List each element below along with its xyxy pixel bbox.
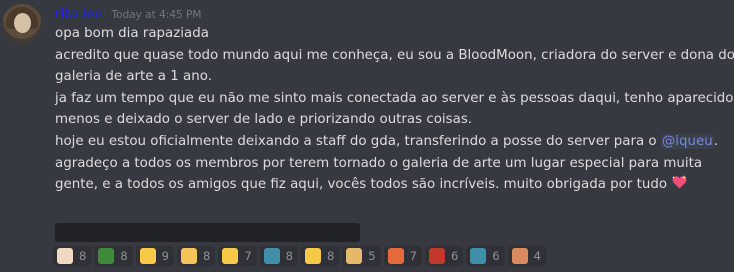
reactions-bar: 8 8 9 8 7 8 8 5 7 6 6 4	[53, 246, 549, 266]
reaction-button[interactable]: 6	[424, 246, 464, 266]
user-mention[interactable]: @iqueu	[660, 133, 714, 149]
message-text: hoje eu estou oficialmente deixando a st…	[55, 133, 661, 149]
fist-icon	[180, 248, 197, 264]
reaction-count: 5	[368, 249, 376, 263]
reaction-button[interactable]: 8	[94, 246, 133, 266]
redacted-embed	[55, 223, 360, 242]
reaction-button[interactable]: 8	[53, 246, 92, 266]
wave-icon	[470, 248, 487, 264]
author-name[interactable]: rita lee	[55, 6, 103, 22]
reaction-button[interactable]: 6	[466, 246, 505, 266]
message-line: hoje eu estou oficialmente deixando a st…	[55, 131, 725, 153]
crewmate-icon	[428, 248, 445, 264]
reaction-button[interactable]: 5	[342, 246, 381, 266]
message-line: galeria de arte a 1 ano.	[55, 69, 212, 85]
reaction-count: 8	[202, 249, 211, 263]
message-text: gente, e a todos os amigos que fiz aqui,…	[55, 177, 668, 193]
reaction-count: 6	[492, 249, 500, 263]
reaction-count: 8	[120, 249, 128, 263]
reaction-button[interactable]: 8	[300, 246, 340, 266]
people-icon	[511, 248, 528, 264]
hand-icon	[57, 248, 73, 264]
reaction-count: 8	[326, 249, 335, 263]
message-line: ja faz um tempo que eu não me sinto mais…	[55, 90, 734, 106]
reaction-button[interactable]: 7	[218, 246, 257, 266]
angry-face-icon	[387, 248, 404, 264]
reaction-button[interactable]: 8	[176, 246, 216, 266]
reaction-button[interactable]: 8	[259, 246, 298, 266]
reaction-count: 7	[244, 249, 252, 263]
message-line: agradeço a todos os membros por terem to…	[55, 155, 703, 171]
reaction-count: 8	[285, 249, 293, 263]
reaction-count: 4	[533, 249, 541, 263]
message-line: gente, e a todos os amigos que fiz aqui,…	[55, 174, 725, 196]
disappointed-face-icon	[222, 248, 239, 264]
message-line: menos e deixado o server de lado e prior…	[55, 112, 473, 128]
reaction-button[interactable]: 4	[507, 246, 546, 266]
reaction-count: 9	[161, 249, 169, 263]
message-timestamp: Today at 4:45 PM	[111, 9, 202, 21]
wave-icon	[263, 248, 280, 264]
message-content: opa bom dia rapaziada acredito que quase…	[55, 23, 734, 196]
crying-face-icon	[139, 248, 156, 264]
message-line: acredito que quase todo mundo aqui me co…	[55, 47, 734, 63]
dog-icon	[346, 248, 363, 264]
reaction-button[interactable]: 9	[135, 246, 174, 266]
message-line: opa bom dia rapaziada	[55, 26, 209, 41]
sparkling-heart-icon	[672, 175, 687, 189]
chat-message: rita lee Today at 4:45 PM opa bom dia ra…	[0, 0, 734, 272]
sunglasses-face-icon	[304, 248, 321, 264]
reaction-count: 7	[409, 249, 417, 263]
message-header: rita lee Today at 4:45 PM	[55, 6, 201, 24]
reaction-count: 6	[450, 249, 459, 263]
avatar-face	[14, 13, 31, 33]
reaction-count: 8	[79, 249, 87, 263]
frog-icon	[98, 248, 115, 264]
reaction-button[interactable]: 7	[383, 246, 422, 266]
message-text: .	[713, 133, 718, 149]
avatar[interactable]	[2, 4, 42, 44]
